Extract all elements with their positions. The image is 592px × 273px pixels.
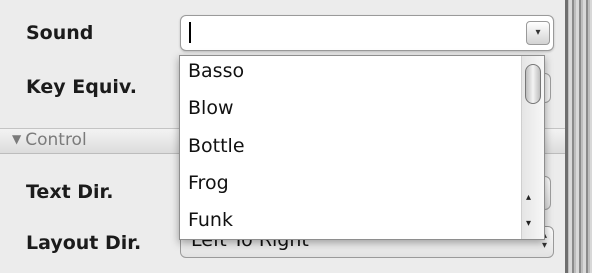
window-edge	[565, 0, 592, 273]
inspector-panel: Sound Key Equiv. ▼ Control Text Dir. Layo…	[0, 0, 565, 273]
list-item[interactable]: Bottle	[188, 135, 245, 157]
key-equiv-label: Key Equiv.	[26, 76, 137, 98]
list-item[interactable]: Basso	[188, 60, 244, 82]
section-title-text: Control	[25, 130, 87, 150]
sound-combo-box[interactable]: ▾	[180, 15, 554, 51]
scroll-up-arrow-icon[interactable]: ▴	[526, 192, 531, 203]
list-item[interactable]: Funk	[188, 209, 233, 231]
text-caret	[189, 22, 191, 43]
list-item[interactable]: Blow	[188, 97, 233, 119]
text-dir-label: Text Dir.	[26, 181, 114, 203]
sound-label: Sound	[26, 22, 94, 44]
layout-dir-label: Layout Dir.	[26, 232, 142, 254]
disclosure-triangle-icon: ▼	[12, 132, 22, 146]
list-item[interactable]: Frog	[188, 172, 229, 194]
control-section-title: ▼ Control	[12, 130, 87, 150]
sound-dropdown-list[interactable]: Basso Blow Bottle Frog Funk ▴ ▾	[179, 55, 545, 240]
chevron-down-icon[interactable]: ▾	[526, 21, 550, 45]
scroll-thumb[interactable]	[525, 64, 541, 104]
vertical-scrollbar[interactable]: ▴ ▾	[521, 56, 544, 239]
scroll-down-arrow-icon[interactable]: ▾	[526, 218, 531, 229]
